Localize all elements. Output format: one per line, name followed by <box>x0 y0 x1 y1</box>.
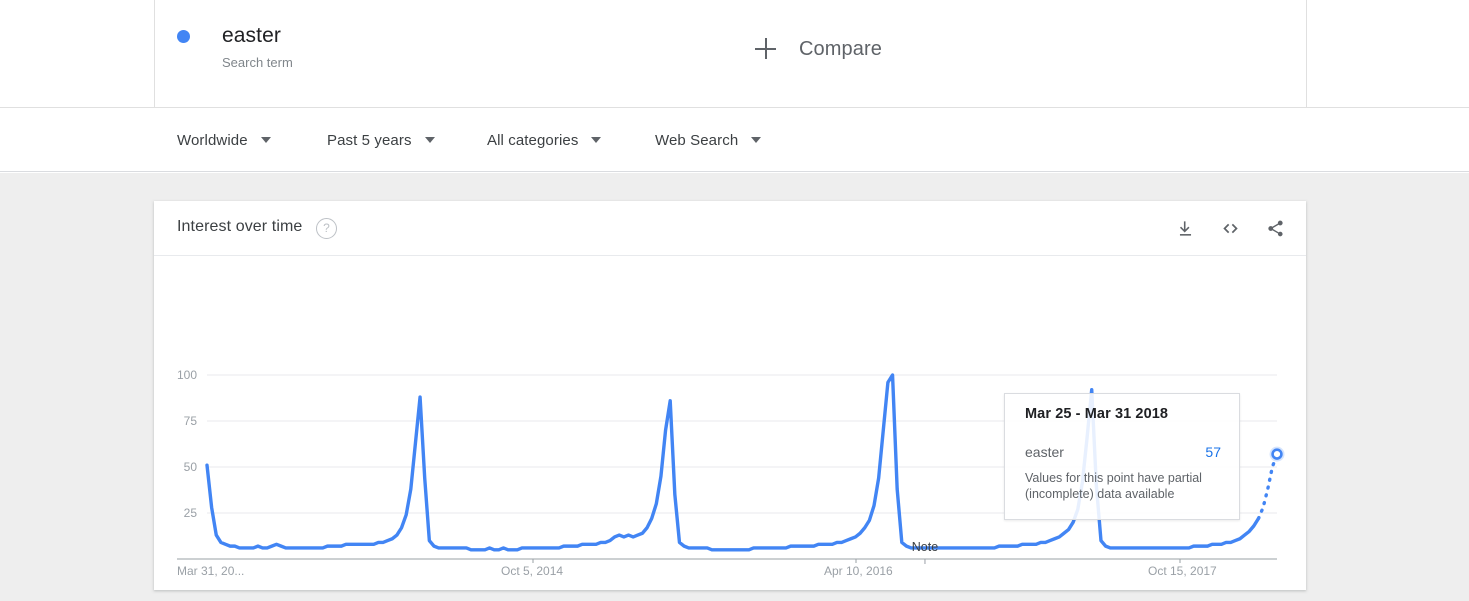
chart-tooltip: Mar 25 - Mar 31 2018 easter 57 Values fo… <box>1004 393 1240 520</box>
series-color-dot <box>177 30 190 43</box>
filter-time-range[interactable]: Past 5 years <box>327 108 435 172</box>
svg-text:50: 50 <box>184 460 198 474</box>
filter-location[interactable]: Worldwide <box>177 108 271 172</box>
card-header: Interest over time ? <box>154 201 1306 256</box>
chevron-down-icon <box>424 137 435 143</box>
chart-hover-point[interactable] <box>1269 446 1285 462</box>
svg-text:Mar 31, 20...: Mar 31, 20... <box>177 564 244 578</box>
svg-text:Note: Note <box>912 540 938 554</box>
topbar-divider-left <box>154 0 155 107</box>
filter-category[interactable]: All categories <box>487 108 602 172</box>
share-icon[interactable] <box>1263 215 1288 241</box>
svg-text:Oct 5, 2014: Oct 5, 2014 <box>501 564 563 578</box>
topbar-divider-right <box>1306 0 1307 107</box>
tooltip-partial-data-note: Values for this point have partial (inco… <box>1025 471 1202 501</box>
embed-icon[interactable] <box>1218 215 1243 241</box>
filter-time-range-label: Past 5 years <box>327 131 412 149</box>
help-icon[interactable]: ? <box>316 218 337 239</box>
tooltip-value: 57 <box>1205 444 1221 460</box>
svg-text:100: 100 <box>177 368 197 382</box>
chevron-down-icon <box>751 137 762 143</box>
svg-text:75: 75 <box>184 414 198 428</box>
filter-bar: Worldwide Past 5 years All categories We… <box>0 108 1469 172</box>
tooltip-date-range: Mar 25 - Mar 31 2018 <box>1025 406 1169 422</box>
page-title: Interest over time <box>177 218 303 235</box>
search-term-chip[interactable]: easter Search term <box>177 22 293 72</box>
card-actions <box>1173 215 1288 241</box>
search-term-type: Search term <box>222 55 293 70</box>
search-topbar: easter Search term Compare <box>0 0 1469 108</box>
tooltip-term-label: easter <box>1025 444 1064 460</box>
compare-label: Compare <box>799 38 882 60</box>
filter-location-label: Worldwide <box>177 131 248 149</box>
svg-text:Oct 15, 2017: Oct 15, 2017 <box>1148 564 1217 578</box>
filter-search-type[interactable]: Web Search <box>655 108 762 172</box>
chevron-down-icon <box>260 137 271 143</box>
add-comparison-button[interactable]: Compare <box>755 36 882 62</box>
plus-icon <box>755 38 777 60</box>
svg-text:Apr 10, 2016: Apr 10, 2016 <box>824 564 893 578</box>
chart-y-axis-labels: 100 75 50 25 <box>177 368 197 520</box>
svg-text:25: 25 <box>184 506 198 520</box>
chevron-down-icon <box>591 137 602 143</box>
filter-search-type-label: Web Search <box>655 131 739 149</box>
chart-annotation-note[interactable]: Note <box>912 540 938 564</box>
chart-x-axis-labels: Mar 31, 20... Oct 5, 2014 Apr 10, 2016 Oct … <box>177 559 1217 578</box>
tooltip-value-row: easter 57 <box>1025 444 1221 460</box>
search-term-label: easter <box>222 24 281 47</box>
download-icon[interactable] <box>1173 215 1198 241</box>
filter-category-label: All categories <box>487 131 579 149</box>
